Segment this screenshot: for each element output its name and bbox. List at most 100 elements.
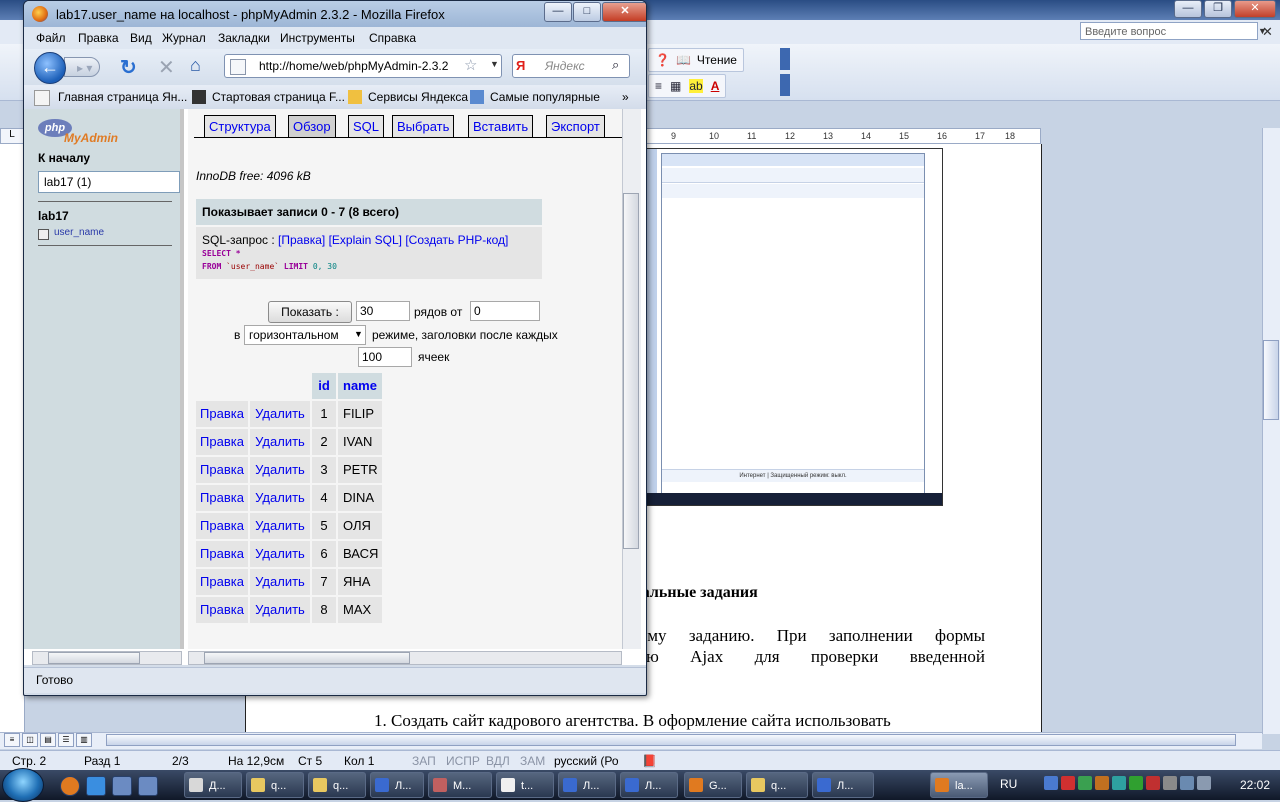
display-mode-select[interactable]: горизонтальном xyxy=(244,325,366,345)
status-trk[interactable]: ИСПР xyxy=(446,754,480,768)
reading-mode-icon[interactable]: 📖 xyxy=(676,53,691,67)
start-row-input[interactable]: 0 xyxy=(470,301,540,321)
language-indicator[interactable]: RU xyxy=(1000,777,1017,791)
row-edit-link[interactable]: Правка xyxy=(196,457,248,483)
spelling-icon[interactable]: 📕 xyxy=(642,754,657,768)
row-edit-link[interactable]: Правка xyxy=(196,597,248,623)
sql-explain-link[interactable]: [Explain SQL] xyxy=(329,233,402,247)
page-icon[interactable] xyxy=(230,59,246,75)
tab-browse[interactable]: Обзор xyxy=(288,115,336,138)
row-delete-link[interactable]: Удалить xyxy=(250,569,310,595)
search-icon[interactable]: ⌕ xyxy=(612,57,619,73)
taskbar-button[interactable]: q... xyxy=(246,772,304,798)
maximize-button[interactable]: ❐ xyxy=(1204,0,1232,18)
taskbar-button[interactable]: q... xyxy=(308,772,366,798)
normal-view-icon[interactable]: ≡ xyxy=(4,733,20,747)
menu-edit[interactable]: Правка xyxy=(78,31,119,45)
row-edit-link[interactable]: Правка xyxy=(196,569,248,595)
word-vertical-scroll-thumb[interactable] xyxy=(1263,340,1279,420)
row-edit-link[interactable]: Правка xyxy=(196,485,248,511)
url-history-dropdown-icon[interactable]: ▼ xyxy=(490,59,499,69)
tray-usb-icon[interactable] xyxy=(1163,776,1177,790)
row-edit-link[interactable]: Правка xyxy=(196,513,248,539)
maximize-button[interactable]: □ xyxy=(573,2,601,22)
back-button[interactable]: ← xyxy=(34,52,66,84)
minimize-button[interactable]: — xyxy=(1174,0,1202,18)
sql-php-link[interactable]: [Создать PHP-код] xyxy=(405,233,508,247)
header-repeat-input[interactable]: 100 xyxy=(358,347,412,367)
taskbar-button[interactable]: Л... xyxy=(620,772,678,798)
url-bar[interactable]: http://home/web/phpMyAdmin-2.3.2 xyxy=(224,54,502,78)
web-view-icon[interactable]: ◫ xyxy=(22,733,38,747)
menu-bookmarks[interactable]: Закладки xyxy=(218,31,270,45)
switch-windows-icon[interactable] xyxy=(112,776,132,796)
taskbar-button[interactable]: la... xyxy=(930,772,988,798)
taskbar-button[interactable]: М... xyxy=(428,772,492,798)
phpmyadmin-logo[interactable]: php MyAdmin xyxy=(38,117,128,145)
taskbar-button[interactable]: t... xyxy=(496,772,554,798)
reload-icon[interactable]: ↻ xyxy=(120,55,137,80)
menu-view[interactable]: Вид xyxy=(130,31,152,45)
taskbar-button[interactable]: q... xyxy=(746,772,808,798)
menu-tools[interactable]: Инструменты xyxy=(280,31,355,45)
search-engine-icon[interactable]: Я xyxy=(516,58,525,73)
tray-shield-icon[interactable] xyxy=(1129,776,1143,790)
column-header-id[interactable]: id xyxy=(312,373,336,399)
highlight-icon[interactable]: ab xyxy=(689,79,703,93)
row-delete-link[interactable]: Удалить xyxy=(250,513,310,539)
taskbar-button[interactable]: Л... xyxy=(558,772,616,798)
status-rec[interactable]: ЗАП xyxy=(412,754,436,768)
sql-edit-link[interactable]: [Правка] xyxy=(278,233,325,247)
table-link[interactable]: user_name xyxy=(54,227,104,238)
status-ext[interactable]: ВДЛ xyxy=(486,754,510,768)
database-name[interactable]: lab17 xyxy=(38,209,69,223)
status-ovr[interactable]: ЗАМ xyxy=(520,754,545,768)
word-horizontal-scroll-thumb[interactable] xyxy=(106,734,1236,746)
tray-help-icon[interactable] xyxy=(1044,776,1058,790)
taskbar-button[interactable]: G... xyxy=(684,772,742,798)
row-delete-link[interactable]: Удалить xyxy=(250,429,310,455)
reading-mode-button[interactable]: Чтение xyxy=(697,53,737,67)
tray-app-icon[interactable] xyxy=(1095,776,1109,790)
row-edit-link[interactable]: Правка xyxy=(196,401,248,427)
tray-antivirus-icon[interactable] xyxy=(1061,776,1075,790)
stop-icon[interactable]: ✕ xyxy=(158,55,175,80)
tab-sql[interactable]: SQL xyxy=(348,115,385,138)
firefox-icon[interactable] xyxy=(60,776,80,796)
tray-security-icon[interactable] xyxy=(1146,776,1160,790)
tray-volume-icon[interactable] xyxy=(1197,776,1211,790)
ruler-tab-selector[interactable]: L xyxy=(0,128,24,144)
taskbar-button[interactable]: Д... xyxy=(184,772,242,798)
show-desktop-icon[interactable] xyxy=(138,776,158,796)
menu-history[interactable]: Журнал xyxy=(162,31,206,45)
outline-view-icon[interactable]: ☰ xyxy=(58,733,74,747)
menu-file[interactable]: Файл xyxy=(36,31,66,45)
close-button[interactable]: ✕ xyxy=(1234,0,1276,18)
row-delete-link[interactable]: Удалить xyxy=(250,485,310,511)
bookmark-item[interactable]: Стартовая страница F... xyxy=(212,90,345,104)
row-delete-link[interactable]: Удалить xyxy=(250,597,310,623)
tray-update-icon[interactable] xyxy=(1078,776,1092,790)
main-frame-horizontal-thumb[interactable] xyxy=(204,652,410,664)
bookmark-item[interactable]: Сервисы Яндекса xyxy=(368,90,468,104)
minimize-button[interactable]: — xyxy=(544,2,572,22)
font-color-icon[interactable]: A xyxy=(711,79,720,93)
taskbar-button[interactable]: Л... xyxy=(370,772,424,798)
tab-structure[interactable]: Структура xyxy=(204,115,276,138)
bookmarks-overflow-icon[interactable]: » xyxy=(622,90,629,104)
show-button[interactable]: Показать : xyxy=(268,301,352,323)
close-button[interactable]: ✕ xyxy=(602,2,646,22)
row-edit-link[interactable]: Правка xyxy=(196,541,248,567)
taskbar-button[interactable]: Л... xyxy=(812,772,874,798)
print-view-icon[interactable]: ▤ xyxy=(40,733,56,747)
start-button[interactable] xyxy=(2,768,44,802)
ie-icon[interactable] xyxy=(86,776,106,796)
menu-help[interactable]: Справка xyxy=(369,31,416,45)
clock[interactable]: 22:02 xyxy=(1240,778,1270,792)
word-vertical-scrollbar[interactable] xyxy=(1262,128,1280,734)
bookmark-item[interactable]: Главная страница Ян... xyxy=(58,90,187,104)
toolbar-grip[interactable] xyxy=(780,48,790,70)
toolbar-grip[interactable] xyxy=(780,74,790,96)
help-icon[interactable]: ❓ xyxy=(655,53,670,67)
row-edit-link[interactable]: Правка xyxy=(196,429,248,455)
